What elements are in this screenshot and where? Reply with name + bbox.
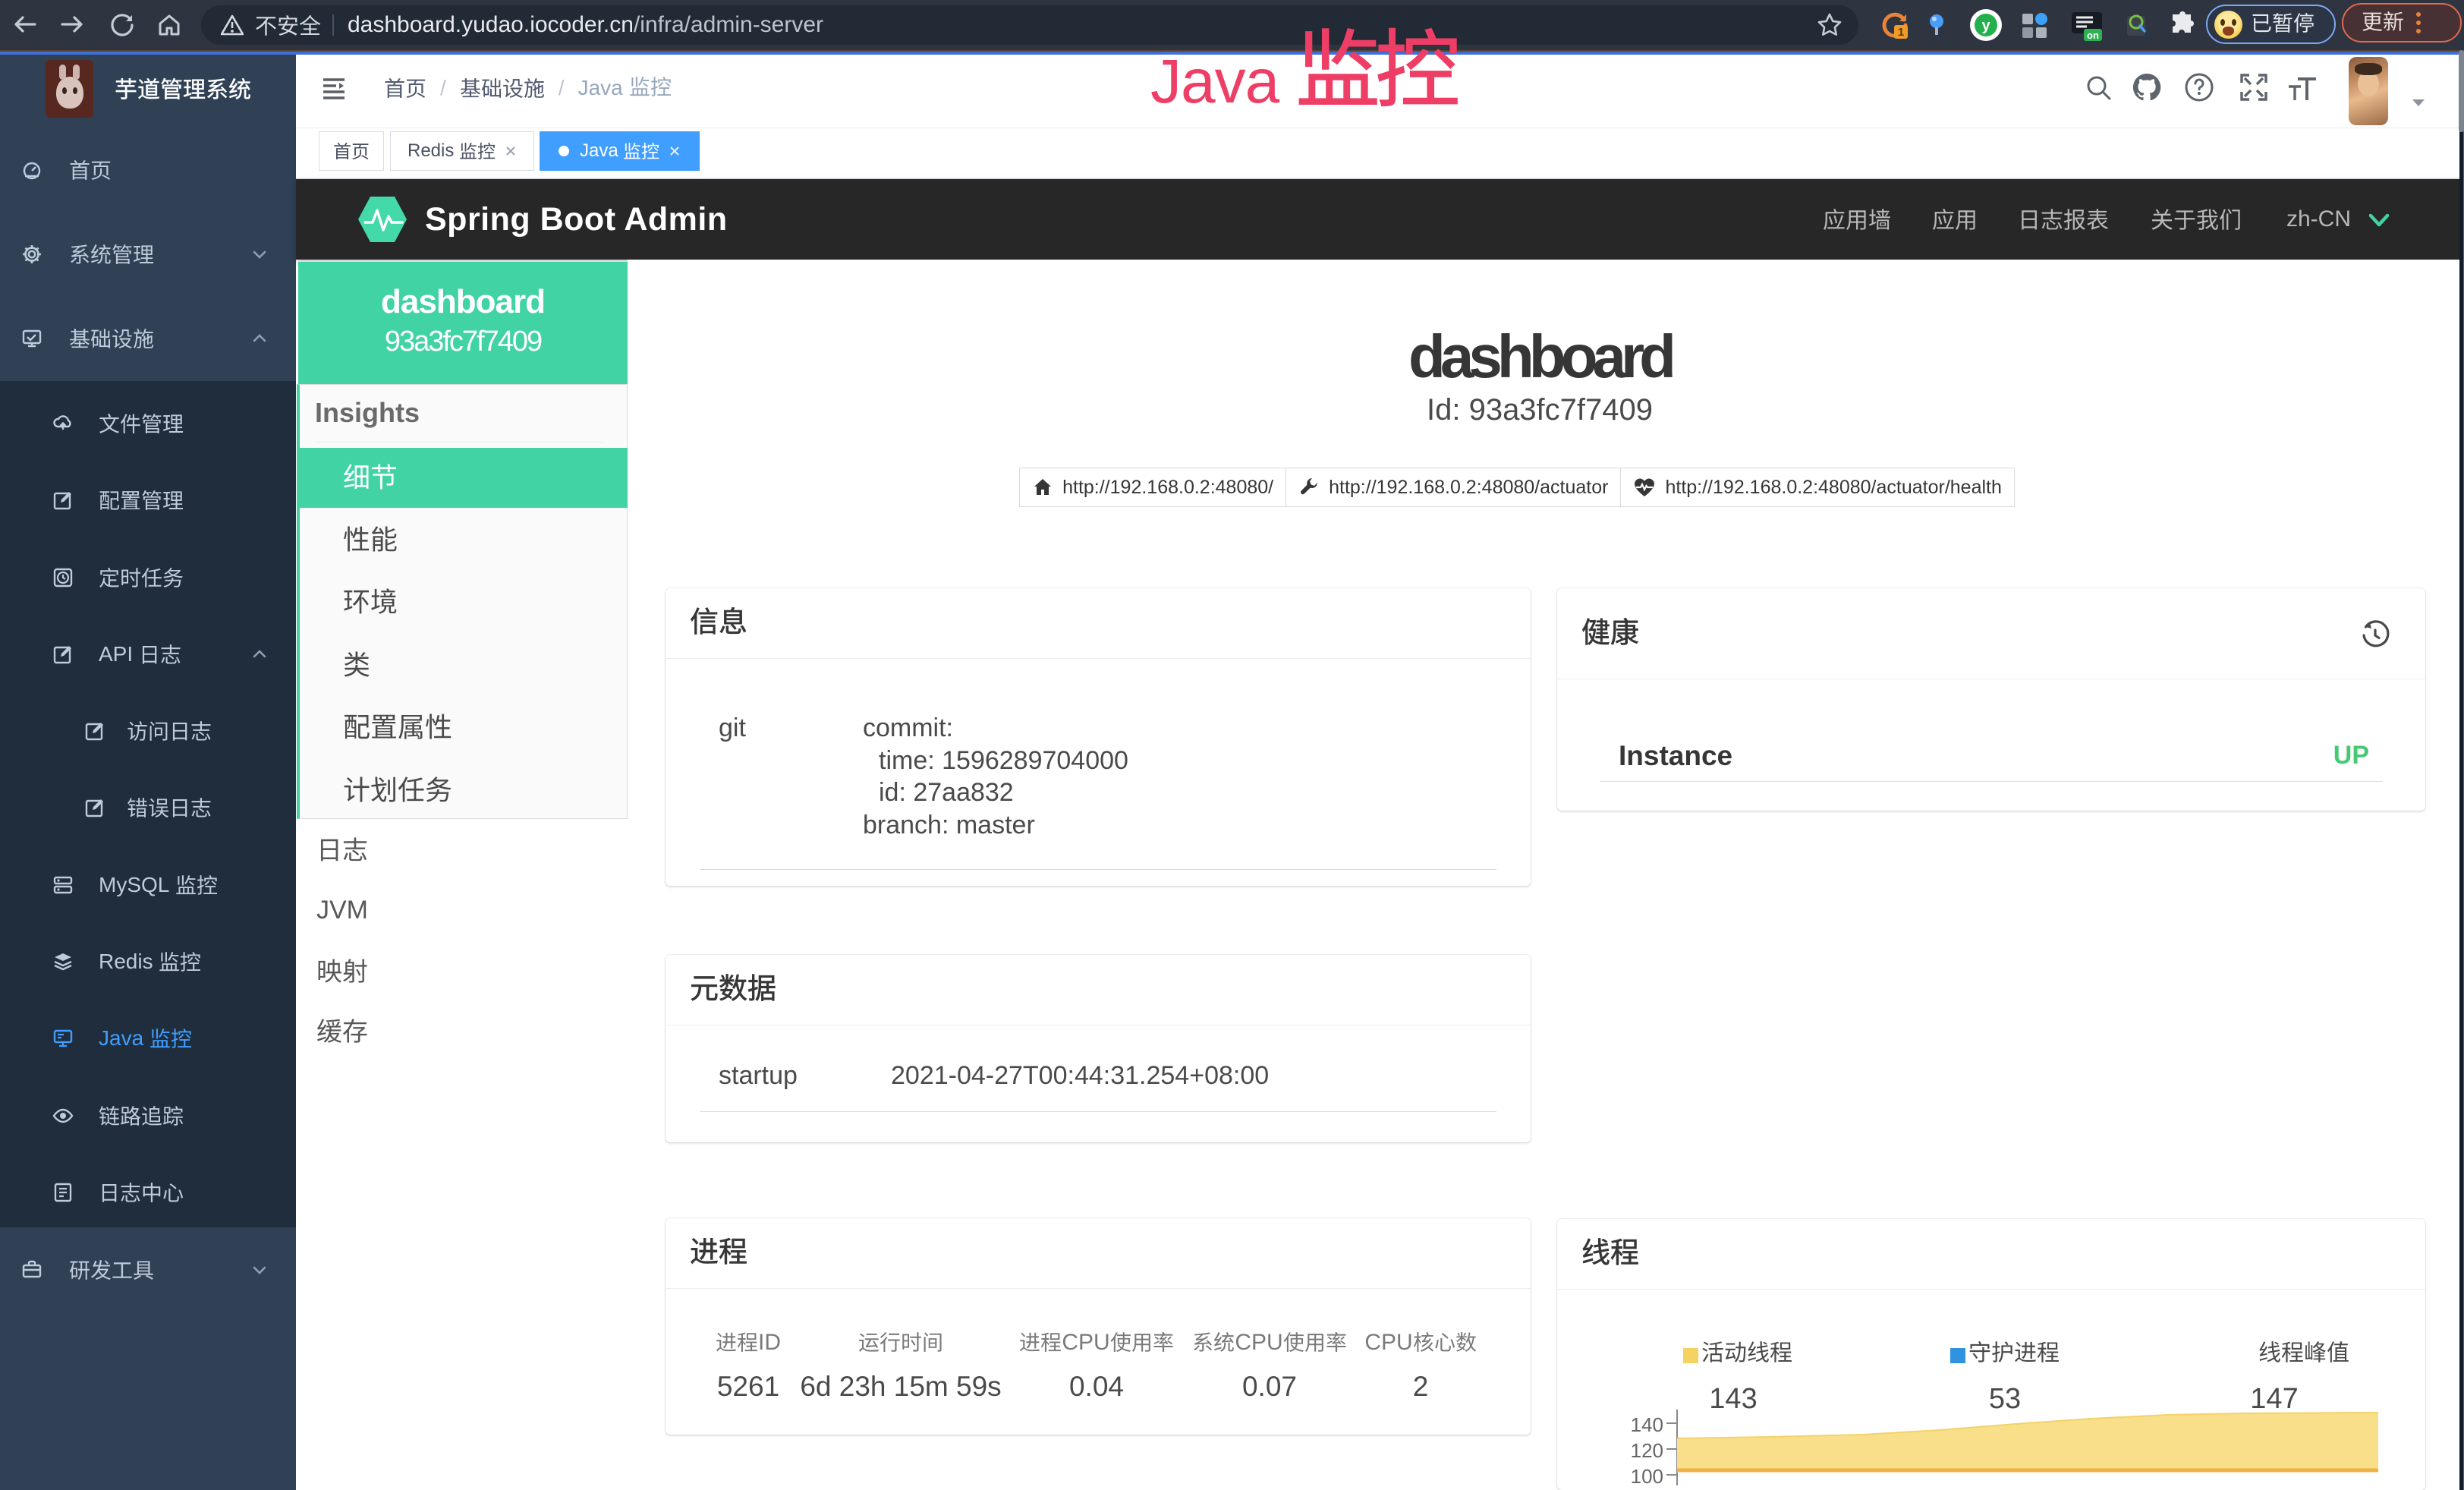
svg-text:on: on — [2087, 30, 2099, 41]
svg-text:1: 1 — [1898, 26, 1904, 39]
svg-text:y: y — [1981, 17, 1990, 34]
